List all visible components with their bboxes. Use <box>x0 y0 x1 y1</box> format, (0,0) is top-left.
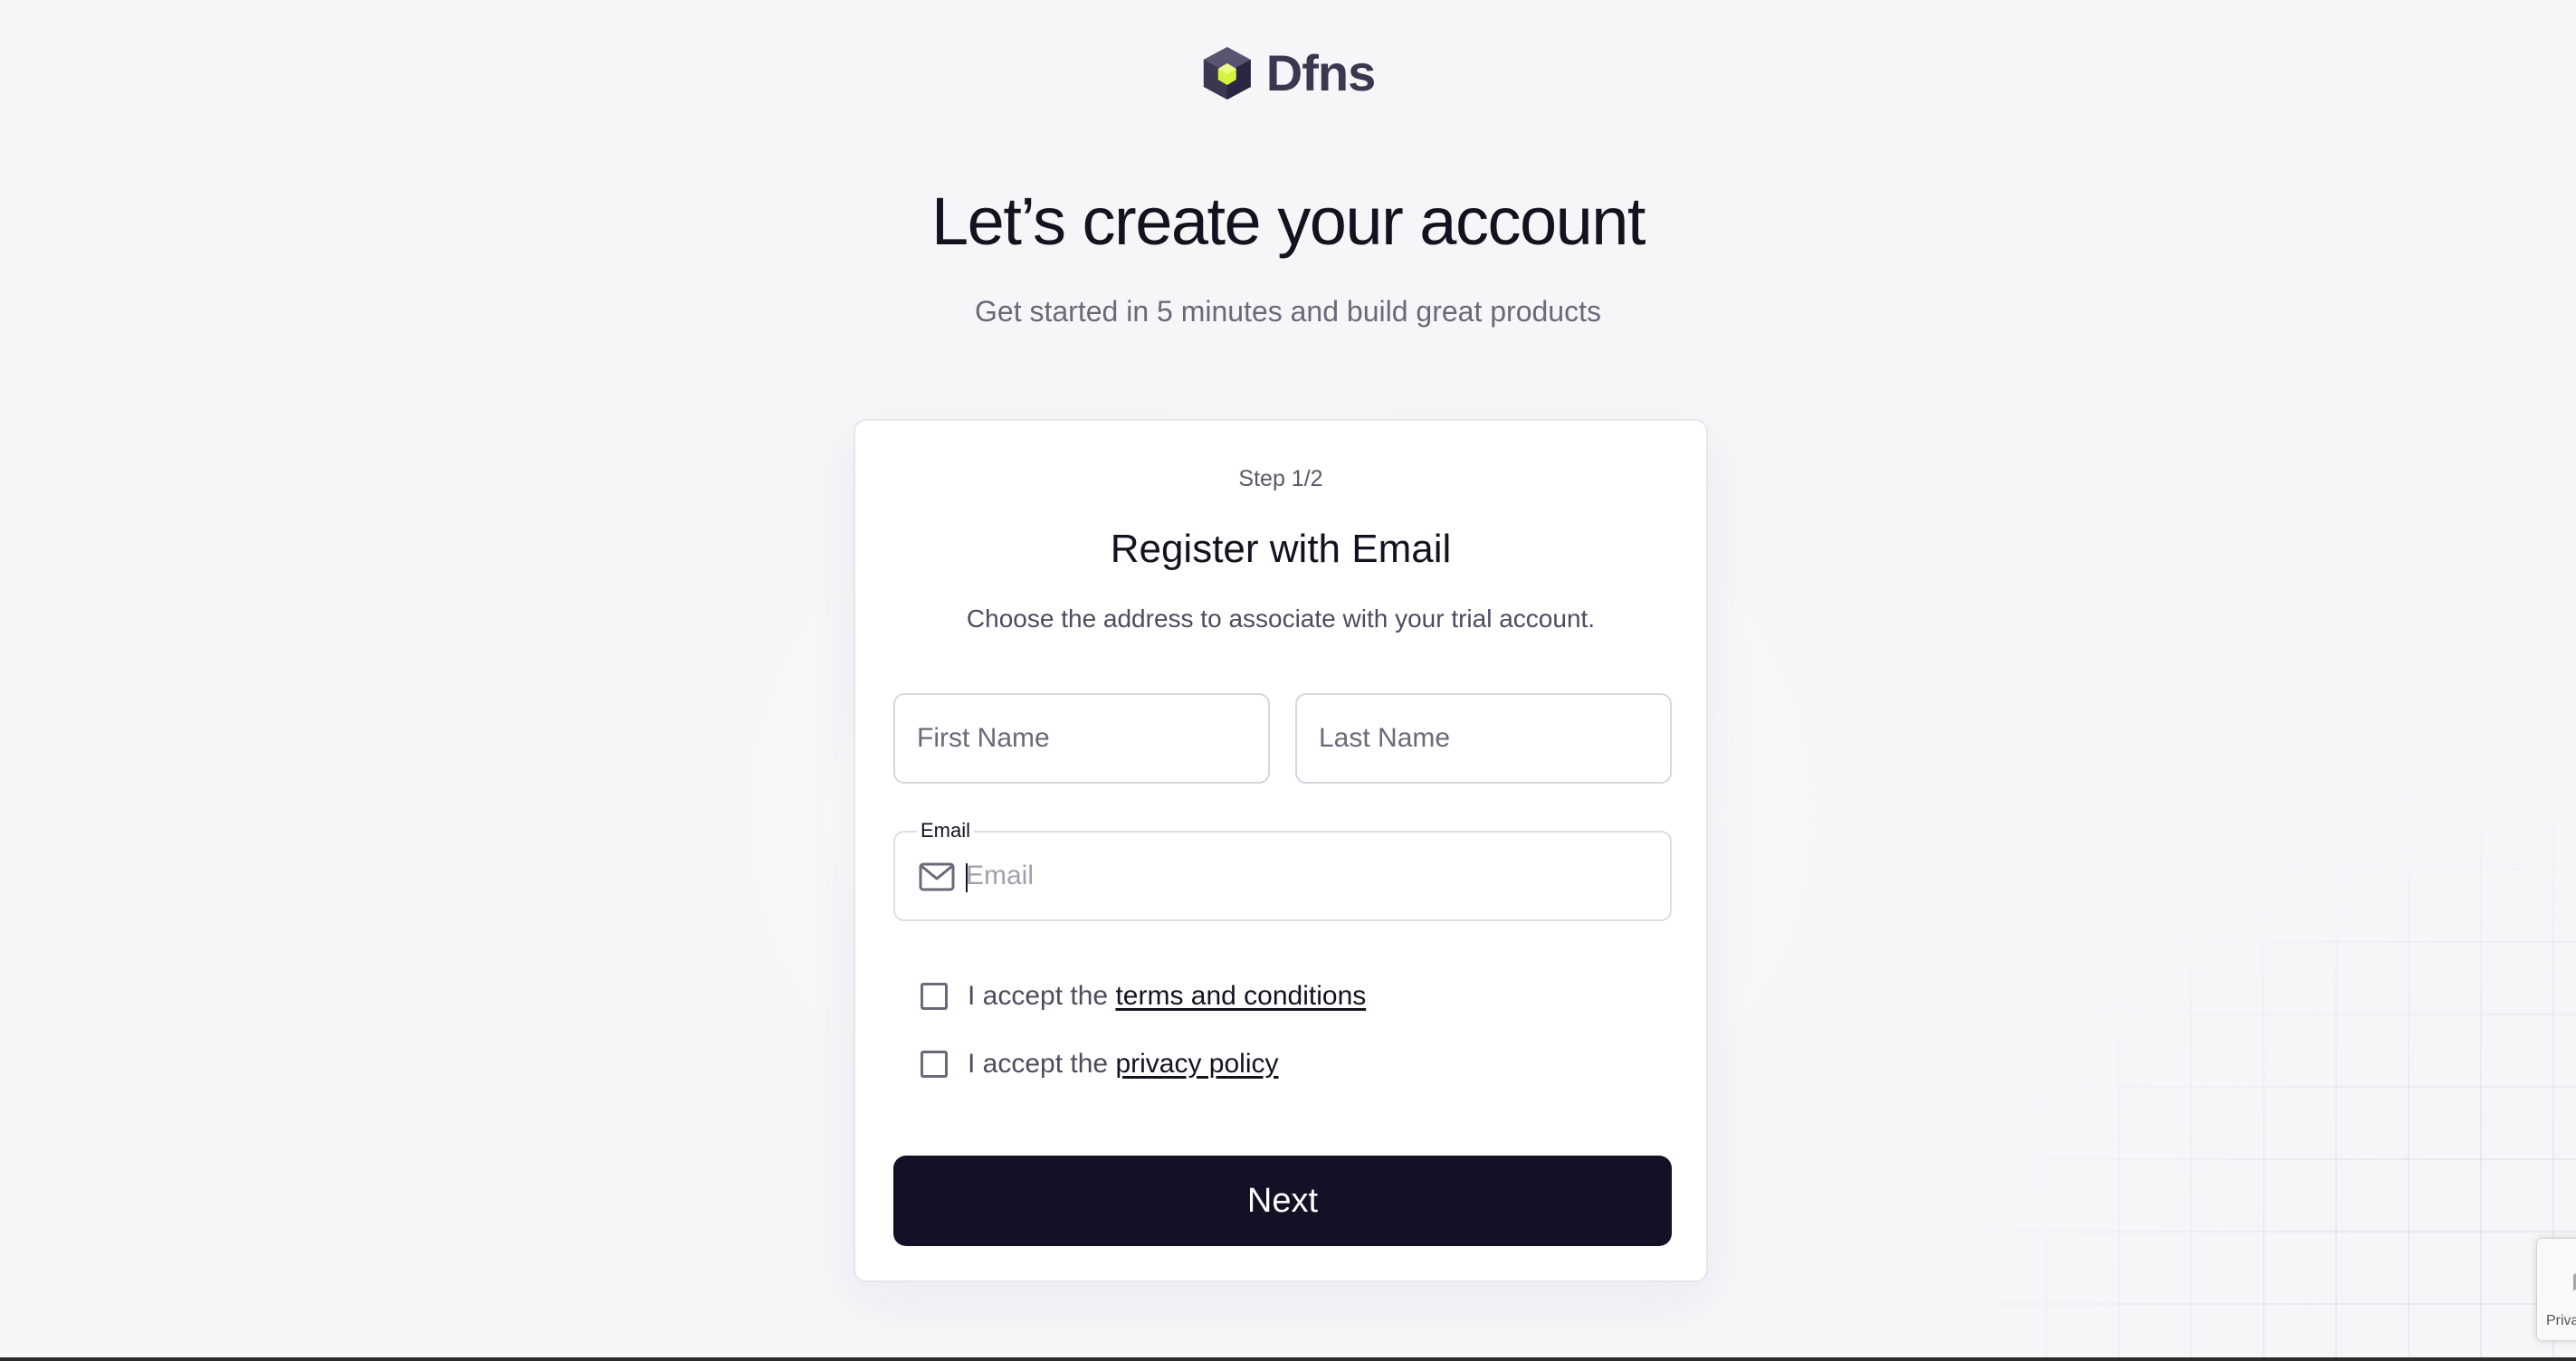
first-name-input[interactable] <box>893 693 1270 784</box>
privacy-row: I accept the privacy policy <box>921 1049 1279 1080</box>
email-field[interactable] <box>893 831 1672 921</box>
step-indicator: Step 1/2 <box>1238 466 1323 491</box>
page-subtitle: Get started in 5 minutes and build great… <box>975 295 1601 328</box>
page-title: Let’s create your account <box>931 184 1646 259</box>
email-input[interactable] <box>966 849 1654 903</box>
privacy-link[interactable]: privacy policy <box>1115 1049 1278 1080</box>
card-description: Choose the address to associate with you… <box>966 604 1596 633</box>
recaptcha-privacy-text: Privacy <box>2546 1313 2576 1328</box>
card-title: Register with Email <box>1110 527 1452 571</box>
privacy-checkbox[interactable] <box>921 1051 948 1078</box>
terms-link[interactable]: terms and conditions <box>1115 981 1366 1012</box>
recaptcha-badge[interactable]: Privacy <box>2536 1238 2576 1341</box>
terms-checkbox[interactable] <box>921 983 948 1010</box>
mail-icon <box>919 862 955 896</box>
text-cursor <box>966 863 968 892</box>
last-name-input[interactable] <box>1295 693 1672 784</box>
brand-logo: Dfns <box>1201 43 1376 102</box>
dfns-cube-icon <box>1201 45 1254 101</box>
terms-row: I accept the terms and conditions <box>921 981 1366 1012</box>
background-grid <box>1973 796 2576 1361</box>
bottom-edge <box>0 1357 2576 1361</box>
registration-card: Step 1/2 Register with Email Choose the … <box>854 419 1708 1282</box>
brand-name: Dfns <box>1265 44 1376 101</box>
email-label: Email <box>917 819 975 842</box>
privacy-prefix: I accept the <box>968 1049 1116 1079</box>
recaptcha-icon <box>2564 1252 2576 1301</box>
next-button[interactable]: Next <box>893 1156 1672 1246</box>
terms-prefix: I accept the <box>968 981 1116 1011</box>
